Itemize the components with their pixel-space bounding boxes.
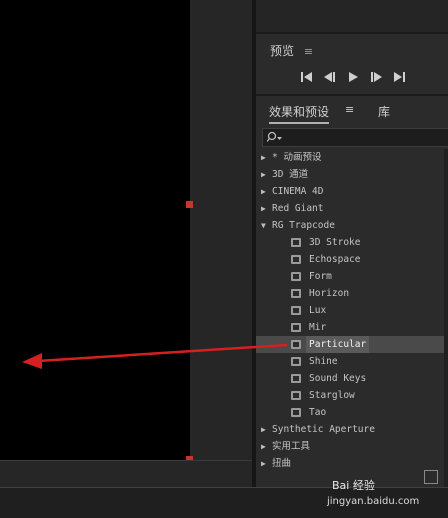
tab-library[interactable]: 库	[378, 103, 390, 120]
effect-icon	[291, 289, 301, 298]
last-frame-icon	[394, 72, 405, 82]
first-frame-button[interactable]	[300, 70, 314, 84]
effects-search-input[interactable]	[262, 128, 448, 147]
preview-title: 预览	[270, 44, 295, 58]
effect-icon	[291, 238, 301, 247]
tree-item-red-giant[interactable]: ▶ Red Giant	[256, 200, 444, 217]
expanded-arrow-icon[interactable]: ▼	[261, 217, 266, 234]
effect-icon	[291, 272, 301, 281]
effect-icon	[291, 306, 301, 315]
preview-menu-icon[interactable]: ≡	[304, 45, 313, 58]
tab-effects-presets[interactable]: 效果和预设	[269, 103, 330, 124]
effect-item-lux[interactable]: Lux	[256, 302, 444, 319]
effect-item-3d-stroke[interactable]: 3D Stroke	[256, 234, 444, 251]
viewer-footer	[0, 460, 252, 488]
next-frame-button[interactable]	[369, 70, 383, 84]
effect-icon	[291, 340, 301, 349]
effect-item-particular[interactable]: Particular	[256, 336, 444, 353]
previous-frame-button[interactable]	[323, 70, 337, 84]
composition-viewer[interactable]	[0, 0, 190, 460]
previous-frame-icon	[324, 72, 335, 82]
tree-item-animation-presets[interactable]: ▶ * 动画预设	[256, 149, 444, 166]
effects-menu-icon[interactable]: ≡	[345, 103, 354, 116]
collapsed-arrow-icon[interactable]: ▶	[261, 149, 266, 166]
effect-icon	[291, 408, 301, 417]
play-icon	[349, 72, 358, 82]
effect-item-mir[interactable]: Mir	[256, 319, 444, 336]
collapsed-arrow-icon[interactable]: ▶	[261, 438, 266, 455]
composition-pasteboard	[190, 0, 252, 460]
right-panel: 预览 ≡ 效果和预设 ≡ 库 ▶ * 动画预设 ▶ 3D 通道 ▶ CINEMA…	[256, 0, 448, 487]
collapsed-arrow-icon[interactable]: ▶	[261, 183, 266, 200]
collapsed-arrow-icon[interactable]: ▶	[261, 200, 266, 217]
watermark-url: jingyan.baidu.com	[327, 496, 420, 507]
effect-icon	[291, 255, 301, 264]
effect-icon	[291, 374, 301, 383]
effect-icon	[291, 323, 301, 332]
collapsed-arrow-icon[interactable]: ▶	[261, 421, 266, 438]
effects-scrollbar[interactable]	[444, 149, 448, 487]
effect-item-shine[interactable]: Shine	[256, 353, 444, 370]
effect-icon	[291, 391, 301, 400]
first-frame-icon	[301, 72, 312, 82]
collapsed-arrow-icon[interactable]: ▶	[261, 166, 266, 183]
collapsed-arrow-icon[interactable]: ▶	[261, 455, 266, 472]
info-panel	[256, 0, 448, 34]
last-frame-button[interactable]	[392, 70, 406, 84]
effect-item-echospace[interactable]: Echospace	[256, 251, 444, 268]
search-icon	[267, 131, 282, 142]
effect-icon	[291, 357, 301, 366]
effect-item-horizon[interactable]: Horizon	[256, 285, 444, 302]
tree-item-utility[interactable]: ▶ 实用工具	[256, 438, 444, 455]
next-frame-icon	[371, 72, 382, 82]
tree-item-cinema-4d[interactable]: ▶ CINEMA 4D	[256, 183, 444, 200]
effects-tabs: 效果和预设 ≡ 库	[256, 96, 448, 124]
effect-item-sound-keys[interactable]: Sound Keys	[256, 370, 444, 387]
tree-item-synthetic-aperture[interactable]: ▶ Synthetic Aperture	[256, 421, 444, 438]
watermark-logo: Bai 经验	[332, 479, 375, 492]
tree-item-distort[interactable]: ▶ 扭曲	[256, 455, 444, 472]
effect-item-tao[interactable]: Tao	[256, 404, 444, 421]
preview-panel-header: 预览 ≡	[270, 42, 313, 59]
effects-tree: ▶ * 动画预设 ▶ 3D 通道 ▶ CINEMA 4D ▶ Red Giant…	[256, 149, 444, 472]
tree-item-rg-trapcode[interactable]: ▼ RG Trapcode	[256, 217, 444, 234]
play-button[interactable]	[346, 70, 360, 84]
effect-item-starglow[interactable]: Starglow	[256, 387, 444, 404]
new-folder-icon[interactable]	[424, 470, 438, 484]
effect-item-form[interactable]: Form	[256, 268, 444, 285]
tree-item-3d-channel[interactable]: ▶ 3D 通道	[256, 166, 444, 183]
layer-handle-top[interactable]	[186, 201, 193, 208]
transport-controls	[300, 70, 406, 84]
